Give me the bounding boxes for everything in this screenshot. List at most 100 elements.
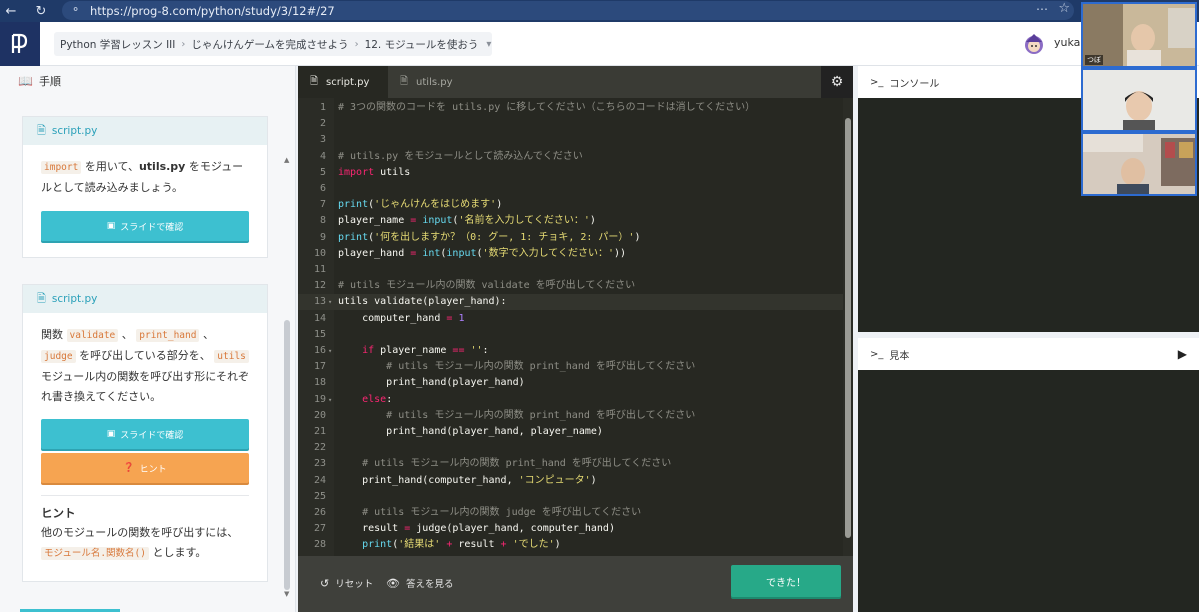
avatar[interactable] bbox=[1022, 32, 1046, 56]
editor-scrollbar[interactable] bbox=[843, 98, 853, 556]
file-icon: 🗎 bbox=[37, 291, 46, 305]
code-line[interactable]: 3 bbox=[298, 132, 843, 148]
code-text: # 3つの関数のコードを utils.py に移してください（こちらのコードは消… bbox=[338, 102, 756, 113]
code-line[interactable]: 17 # utils モジュール内の関数 print_hand を呼び出してくだ… bbox=[298, 359, 843, 375]
hint-title: ヒント bbox=[41, 506, 76, 520]
reset-button[interactable]: ↺ リセット bbox=[320, 576, 374, 591]
breadcrumb-lesson[interactable]: 12. モジュールを使おう bbox=[359, 37, 485, 52]
slide-button[interactable]: ▣ スライドで確認 bbox=[41, 419, 249, 449]
slide-button[interactable]: ▣ スライドで確認 bbox=[41, 211, 249, 241]
code-line[interactable]: 22 bbox=[298, 440, 843, 456]
card-text-mid: を呼び出している部分を、 bbox=[75, 349, 215, 362]
console-title: コンソール bbox=[889, 78, 940, 90]
sample-output[interactable] bbox=[858, 370, 1199, 612]
code-line[interactable]: 10 player_hand = int(input('数字で入力してください：'… bbox=[298, 246, 843, 262]
sample-header: >_ 見本 ▶ bbox=[858, 338, 1199, 370]
code-line[interactable]: 2 bbox=[298, 116, 843, 132]
play-icon[interactable]: ▶ bbox=[1178, 347, 1187, 361]
scroll-up-icon[interactable]: ▲ bbox=[284, 156, 289, 164]
code-line[interactable]: 1 # 3つの関数のコードを utils.py に移してください（こちらのコードは… bbox=[298, 100, 843, 116]
video-tile[interactable] bbox=[1081, 68, 1197, 132]
line-number: 28 bbox=[313, 539, 326, 551]
video-tile[interactable]: つぼ bbox=[1081, 2, 1197, 68]
back-icon[interactable]: ← bbox=[0, 0, 22, 22]
code-line[interactable]: 6 bbox=[298, 181, 843, 197]
code-line[interactable]: 20 # utils モジュール内の関数 print_hand を呼び出してくだ… bbox=[298, 408, 843, 424]
hint-button[interactable]: ❓ ヒント bbox=[41, 453, 249, 483]
fold-icon[interactable]: ▾ bbox=[328, 392, 332, 408]
code-line[interactable]: 16 ▾ if player_name == '': bbox=[298, 343, 843, 359]
gear-icon[interactable]: ⚙ bbox=[821, 66, 853, 98]
code-line[interactable]: 9 print('何を出しますか？（0: グー, 1: チョキ, 2: パー）') bbox=[298, 230, 843, 246]
reload-icon[interactable]: ↻ bbox=[30, 0, 52, 22]
card-file-name: script.py bbox=[51, 293, 98, 305]
line-number: 2 bbox=[319, 118, 326, 130]
participant-video bbox=[1083, 70, 1195, 130]
code-area[interactable]: 1 # 3つの関数のコードを utils.py に移してください（こちらのコードは… bbox=[298, 98, 843, 556]
participant-video bbox=[1083, 134, 1195, 194]
code-line[interactable]: 27 result = judge(player_hand, computer_… bbox=[298, 521, 843, 537]
card-text: import を用いて、utils.py をモジュールとして読み込みましょう。 bbox=[23, 145, 267, 208]
code-line[interactable]: 21 print_hand(player_hand, player_name) bbox=[298, 424, 843, 440]
code-line[interactable]: 26 # utils モジュール内の関数 judge を呼び出してください bbox=[298, 505, 843, 521]
chevron-down-icon[interactable]: ▾ bbox=[486, 39, 491, 50]
line-number: 4 bbox=[319, 150, 326, 162]
code-line[interactable]: 18 print_hand(player_hand) bbox=[298, 375, 843, 391]
code-line[interactable]: 12 # utils モジュール内の関数 validate を呼び出してください bbox=[298, 278, 843, 294]
star-icon[interactable]: ☆ bbox=[1058, 1, 1070, 16]
code-chip-utils: utils bbox=[214, 350, 249, 363]
line-number: 20 bbox=[313, 409, 326, 421]
code-line[interactable]: 24 print_hand(computer_hand, 'コンピュータ') bbox=[298, 473, 843, 489]
breadcrumb-chapter[interactable]: じゃんけんゲームを完成させよう bbox=[185, 37, 354, 52]
book-icon: 📖 bbox=[18, 74, 33, 88]
done-button[interactable]: できた！ bbox=[731, 565, 841, 597]
tab-script-py[interactable]: 🗎 script.py bbox=[298, 66, 388, 98]
code-line[interactable]: 15 bbox=[298, 327, 843, 343]
address-bar[interactable]: ⚬ https://prog-8.com/python/study/3/12#/… bbox=[62, 1, 1074, 20]
code-line[interactable]: 13 ▾ utils validate(player_hand): bbox=[298, 294, 843, 311]
code-line[interactable]: 8 player_name = input('名前を入力してください：') bbox=[298, 213, 843, 229]
breadcrumb: Python 学習レッスン III › じゃんけんゲームを完成させよう › 12… bbox=[54, 32, 492, 56]
instructions-header: 📖 手順 bbox=[0, 66, 295, 96]
more-icon[interactable]: ⋯ bbox=[1036, 2, 1048, 16]
progate-logo[interactable] bbox=[0, 22, 40, 66]
video-tile[interactable] bbox=[1081, 132, 1197, 196]
step-card-1: 🗎 script.py import を用いて、utils.py をモジュールと… bbox=[22, 116, 268, 258]
line-number: 7 bbox=[319, 199, 326, 211]
slide-button-label: スライドで確認 bbox=[120, 222, 184, 233]
logo-icon bbox=[11, 33, 28, 53]
code-line[interactable]: 5 import utils bbox=[298, 165, 843, 181]
breadcrumb-course[interactable]: Python 学習レッスン III bbox=[54, 37, 181, 52]
left-scrollbar[interactable] bbox=[284, 320, 290, 590]
code-line[interactable]: 14 computer_hand = 1 bbox=[298, 311, 843, 327]
sample-title: 見本 bbox=[889, 350, 910, 362]
code-line[interactable]: 23 # utils モジュール内の関数 print_hand を呼び出してくだ… bbox=[298, 456, 843, 472]
code-line[interactable]: 25 bbox=[298, 489, 843, 505]
divider bbox=[41, 495, 249, 496]
line-number: 6 bbox=[319, 183, 326, 194]
fold-icon[interactable]: ▾ bbox=[328, 343, 332, 359]
code-line[interactable]: 11 bbox=[298, 262, 843, 278]
code-line[interactable]: 28 print('結果は' + result + 'でした') bbox=[298, 537, 843, 553]
code-line[interactable]: 19 ▾ else: bbox=[298, 392, 843, 408]
answer-label: 答えを見る bbox=[405, 579, 454, 590]
code-line[interactable]: 7 print('じゃんけんをはじめます') bbox=[298, 197, 843, 213]
question-icon: ❓ bbox=[123, 463, 135, 473]
code-line[interactable]: 4 # utils.py をモジュールとして読み込んでください bbox=[298, 149, 843, 165]
show-answer-button[interactable]: 👁 答えを見る bbox=[386, 576, 454, 591]
line-number: 12 bbox=[313, 280, 326, 292]
tab-label: utils.py bbox=[416, 76, 453, 88]
line-number: 18 bbox=[313, 377, 326, 389]
scrollbar-thumb[interactable] bbox=[845, 118, 851, 538]
card-bold-file: utils.py bbox=[138, 160, 186, 173]
code-text: print_hand(player_hand, player_name) bbox=[338, 426, 603, 437]
line-number: 15 bbox=[313, 328, 326, 340]
scroll-down-icon[interactable]: ▼ bbox=[284, 590, 289, 598]
reset-label: リセット bbox=[335, 579, 374, 590]
instructions-panel: 📖 手順 🗎 script.py import を用いて、utils.py をモ… bbox=[0, 66, 296, 612]
line-number: 10 bbox=[313, 247, 326, 259]
fold-icon[interactable]: ▾ bbox=[328, 294, 332, 310]
tab-utils-py[interactable]: 🗎 utils.py bbox=[388, 66, 480, 98]
hint-line2: モジュール名.関数名() とします。 bbox=[41, 543, 255, 564]
card-file-header: 🗎 script.py bbox=[23, 117, 267, 145]
